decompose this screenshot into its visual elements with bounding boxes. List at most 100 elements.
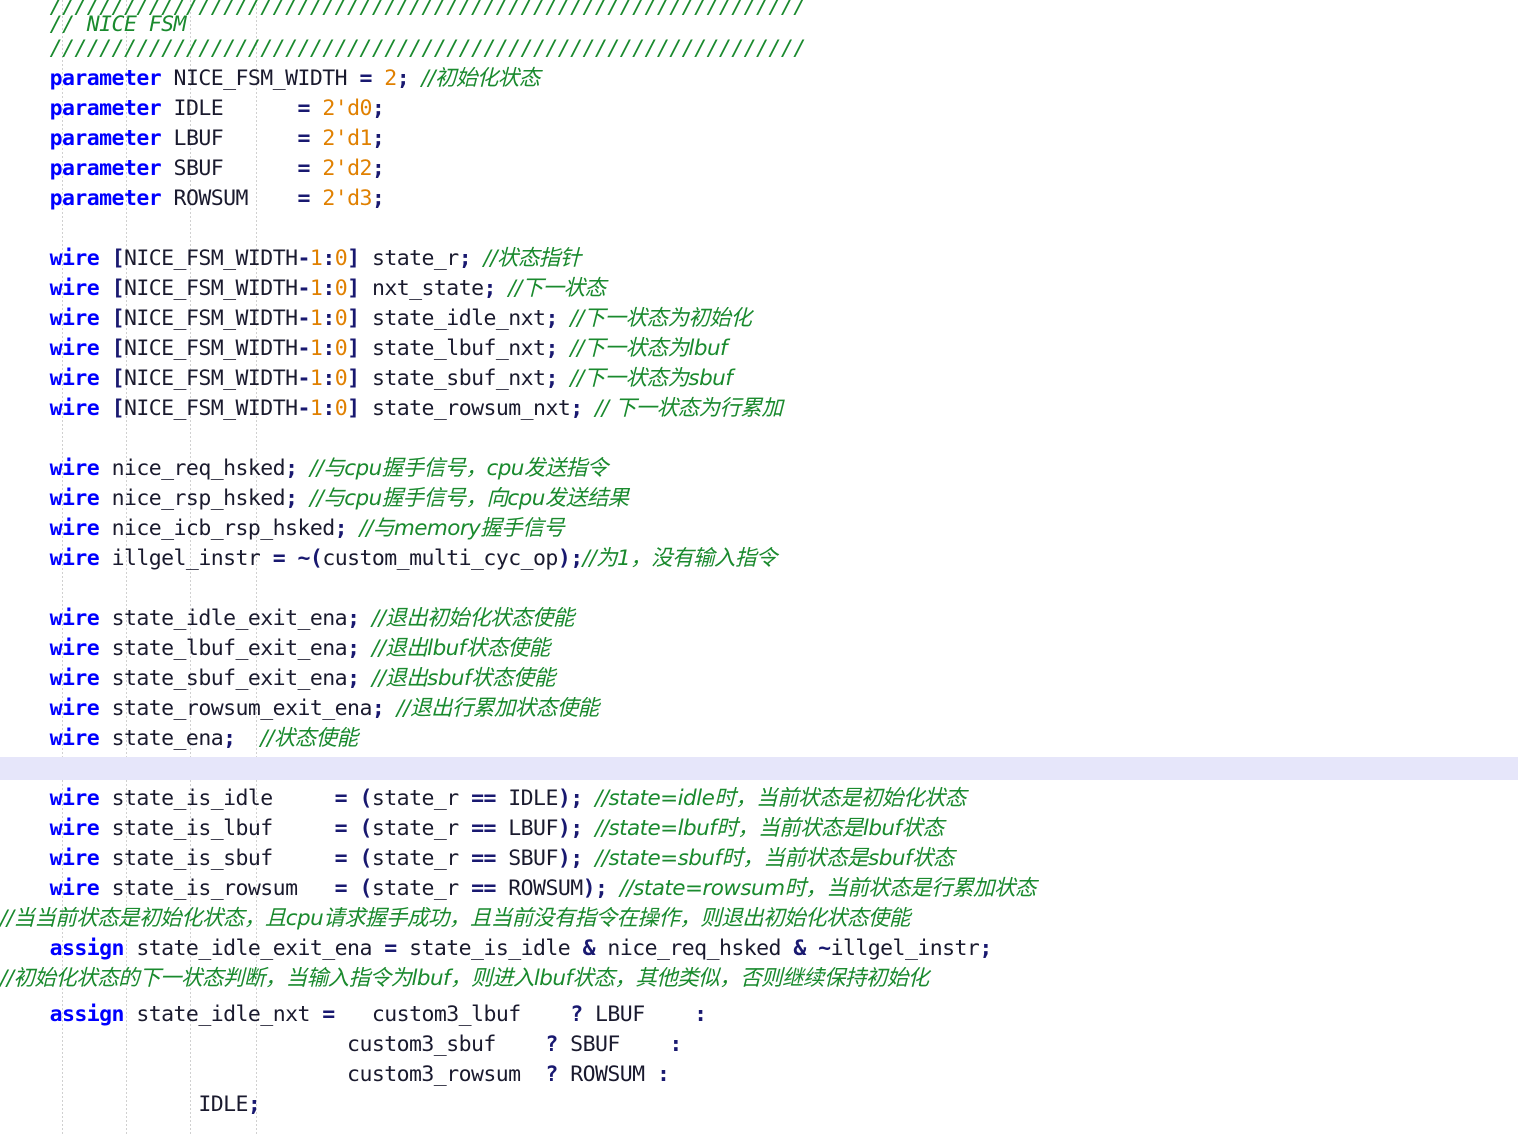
token-op: - [297, 306, 311, 331]
token-op: ? [570, 1002, 583, 1027]
code-line[interactable]: assign state_idle_exit_ena = state_is_id… [0, 934, 1518, 964]
code-line[interactable]: custom3_rowsum ? ROWSUM : [0, 1060, 1518, 1090]
token-num: 1 [309, 306, 323, 331]
token-comment-cn: //退出初始化状态使能 [371, 606, 575, 631]
code-line[interactable]: custom3_sbuf ? SBUF : [0, 1030, 1518, 1060]
token-comment-cn: //state=idle时，当前状态是初始化状态 [595, 786, 966, 811]
token-kw: wire [49, 786, 100, 811]
token-op: = [297, 186, 311, 211]
code-line[interactable]: wire nice_rsp_hsked; //与cpu握手信号，向cpu发送结果 [0, 484, 1518, 514]
token-kw: wire [49, 606, 100, 631]
token-ident: NICE_FSM_WIDTH [173, 66, 348, 91]
code-line[interactable] [0, 757, 1518, 787]
code-line[interactable]: IDLE; [0, 1090, 1518, 1120]
token-ident: state_sbuf_nxt [371, 366, 546, 391]
code-line[interactable]: wire [NICE_FSM_WIDTH-1:0] state_rowsum_n… [0, 394, 1518, 424]
code-line[interactable]: wire state_ena; //状态使能 [0, 724, 1518, 754]
token-punc: ; [347, 666, 360, 691]
code-line[interactable]: wire nice_req_hsked; //与cpu握手信号，cpu发送指令 [0, 454, 1518, 484]
code-line[interactable] [0, 424, 1518, 454]
token-op: ( [359, 846, 372, 871]
code-line[interactable]: wire state_idle_exit_ena; //退出初始化状态使能 [0, 604, 1518, 634]
token-op: - [297, 336, 311, 361]
code-line[interactable]: parameter NICE_FSM_WIDTH = 2; //初始化状态 [0, 64, 1518, 94]
code-surface[interactable]: ////////////////////////////////////////… [0, 0, 1518, 1134]
code-line[interactable]: wire state_rowsum_exit_ena; //退出行累加状态使能 [0, 694, 1518, 724]
token-ident: custom3_rowsum [347, 1062, 521, 1087]
token-ident: illgel_instr [111, 546, 261, 571]
code-line[interactable]: wire [NICE_FSM_WIDTH-1:0] state_r; //状态指… [0, 244, 1518, 274]
code-line[interactable]: wire [NICE_FSM_WIDTH-1:0] nxt_state; //下… [0, 274, 1518, 304]
code-line[interactable]: wire state_is_lbuf = (state_r == LBUF); … [0, 814, 1518, 844]
token-ident: custom_multi_cyc_op [322, 546, 558, 571]
token-punc: ; [570, 546, 583, 571]
code-line[interactable]: wire [NICE_FSM_WIDTH-1:0] state_idle_nxt… [0, 304, 1518, 334]
token-ident: NICE_FSM_WIDTH [123, 306, 298, 331]
code-line[interactable] [0, 574, 1518, 604]
code-line[interactable]: wire [NICE_FSM_WIDTH-1:0] state_lbuf_nxt… [0, 334, 1518, 364]
code-line[interactable]: parameter SBUF = 2'd2; [0, 154, 1518, 184]
code-line[interactable]: wire state_is_idle = (state_r == IDLE); … [0, 784, 1518, 814]
token-punc: [ [111, 276, 125, 301]
token-num: 1 [309, 246, 323, 271]
code-line[interactable]: wire state_is_sbuf = (state_r == SBUF); … [0, 844, 1518, 874]
token-ident: nice_rsp_hsked [111, 486, 286, 511]
code-line[interactable]: parameter IDLE = 2'd0; [0, 94, 1518, 124]
token-num: 2'd2 [322, 156, 372, 181]
code-line[interactable] [0, 214, 1518, 244]
code-line[interactable]: wire state_is_rowsum = (state_r == ROWSU… [0, 874, 1518, 904]
token-ident: state_sbuf_exit_ena [111, 666, 348, 691]
code-line[interactable]: parameter ROWSUM = 2'd3; [0, 184, 1518, 214]
code-line[interactable]: //初始化状态的下一状态判断，当输入指令为lbuf，则进入lbuf状态，其他类似… [0, 964, 1518, 994]
token-punc: [ [111, 306, 125, 331]
token-ident: nxt_state [371, 276, 484, 301]
code-line[interactable]: wire nice_icb_rsp_hsked; //与memory握手信号 [0, 514, 1518, 544]
code-line[interactable]: wire state_lbuf_exit_ena; //退出lbuf状态使能 [0, 634, 1518, 664]
token-punc: ] [347, 336, 360, 361]
code-line[interactable]: wire state_sbuf_exit_ena; //退出sbuf状态使能 [0, 664, 1518, 694]
code-line[interactable]: parameter LBUF = 2'd1; [0, 124, 1518, 154]
token-punc: ] [347, 246, 360, 271]
code-line[interactable]: ////////////////////////////////////////… [0, 34, 1518, 64]
code-line[interactable]: wire illgel_instr = ~(custom_multi_cyc_o… [0, 544, 1518, 574]
code-line[interactable]: assign state_idle_nxt = custom3_lbuf ? L… [0, 1000, 1518, 1030]
token-ident: nice_req_hsked [607, 936, 781, 961]
token-kw: wire [49, 246, 100, 271]
code-editor[interactable]: ////////////////////////////////////////… [0, 0, 1518, 1134]
token-op: & [582, 936, 596, 961]
token-op: - [297, 396, 311, 421]
token-kw: wire [49, 366, 100, 391]
code-line[interactable]: wire [NICE_FSM_WIDTH-1:0] state_sbuf_nxt… [0, 364, 1518, 394]
token-num: 0 [334, 366, 348, 391]
token-num: 1 [309, 366, 323, 391]
token-num: 2'd1 [322, 126, 372, 151]
token-op: ( [359, 876, 372, 901]
token-kw: parameter [49, 66, 162, 91]
code-line[interactable]: //当当前状态是初始化状态，且cpu请求握手成功，且当前没有指令在操作，则退出初… [0, 904, 1518, 934]
token-punc: ; [545, 366, 558, 391]
token-ident: ROWSUM [508, 876, 583, 901]
